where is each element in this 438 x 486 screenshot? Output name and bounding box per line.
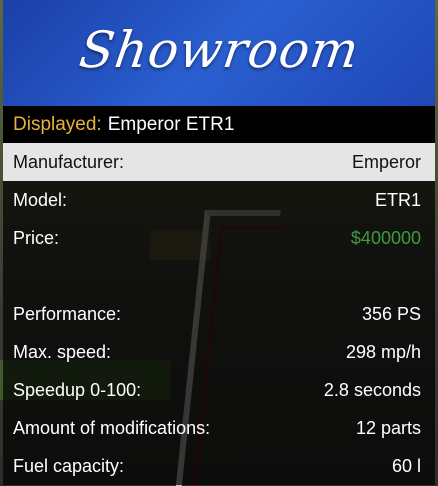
subtitle-value: Emperor ETR1	[107, 113, 235, 135]
menu-item-label: Fuel capacity:	[13, 455, 125, 476]
menu-separator	[3, 257, 435, 295]
subtitle-label: Displayed:	[13, 113, 102, 135]
menu-item-value: 60 l	[391, 455, 421, 476]
menu-item-speedup[interactable]: Speedup 0-100: 2.8 seconds	[3, 371, 435, 409]
menu-item-label: Model:	[13, 189, 68, 210]
menu-subtitle: Displayed: Emperor ETR1	[3, 106, 435, 143]
menu-item-label: Price:	[13, 227, 60, 248]
menu-item-value: 2.8 seconds	[323, 379, 421, 400]
menu-item-value: 298 mp/h	[345, 341, 421, 362]
banner-title: Showroom	[75, 21, 363, 79]
menu-item-label: Amount of modifications:	[13, 417, 211, 438]
menu-item-label: Max. speed:	[13, 341, 112, 362]
menu-item-modifications[interactable]: Amount of modifications: 12 parts	[3, 409, 435, 447]
price-value: $400000	[350, 227, 421, 248]
menu-item-performance[interactable]: Performance: 356 PS	[3, 295, 435, 333]
menu-item-label: Manufacturer:	[13, 151, 125, 172]
menu-item-max-speed[interactable]: Max. speed: 298 mp/h	[3, 333, 435, 371]
menu-item-value: 12 parts	[355, 417, 421, 438]
menu-item-value: 356 PS	[361, 303, 421, 324]
menu-item-model[interactable]: Model: ETR1	[3, 181, 435, 219]
menu-item-label: Performance:	[13, 303, 122, 324]
showroom-menu: Showroom Displayed: Emperor ETR1 Manufac…	[3, 0, 435, 486]
menu-item-price[interactable]: Price: $400000	[3, 219, 435, 257]
menu-item-fuel-capacity[interactable]: Fuel capacity: 60 l	[3, 447, 435, 485]
menu-item-label: Speedup 0-100:	[13, 379, 142, 400]
menu-item-value: ETR1	[374, 189, 421, 210]
menu-banner: Showroom	[3, 0, 435, 106]
menu-item-manufacturer[interactable]: Manufacturer: Emperor	[3, 143, 435, 181]
menu-item-value: Emperor	[351, 151, 421, 172]
